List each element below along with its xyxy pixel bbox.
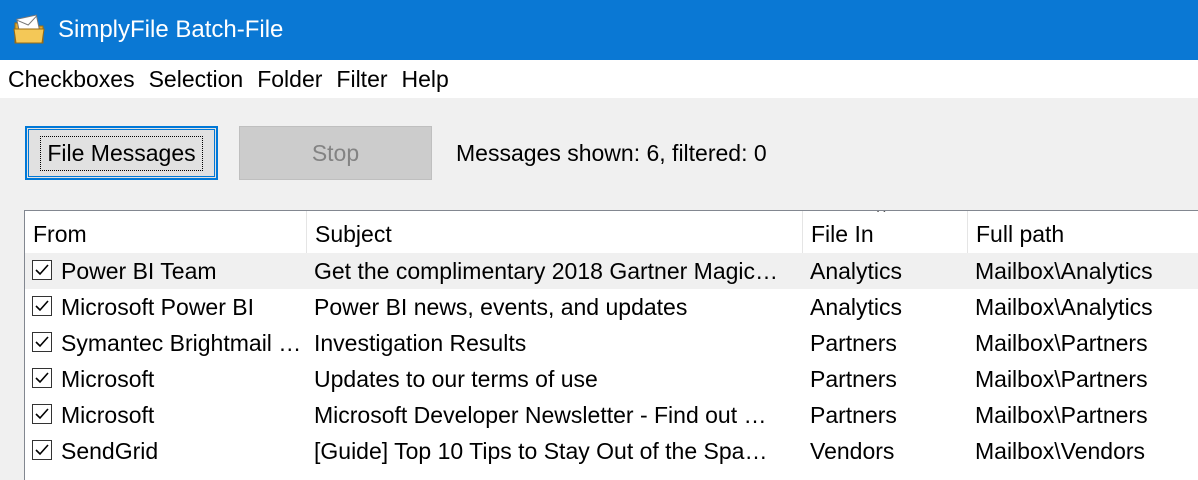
cell-file-in: Analytics bbox=[810, 294, 903, 320]
toolbar: File Messages Stop Messages shown: 6, fi… bbox=[0, 98, 1198, 210]
row-checkbox[interactable] bbox=[32, 440, 52, 460]
cell-from: SendGrid bbox=[61, 438, 159, 464]
title-bar: SimplyFile Batch-File bbox=[0, 0, 1198, 60]
cell-file-in: Partners bbox=[810, 366, 897, 392]
menu-selection[interactable]: Selection bbox=[142, 60, 251, 98]
table-row[interactable]: Microsoft Updates to our terms of use Pa… bbox=[25, 361, 1198, 397]
column-header-full-path[interactable]: Full path bbox=[968, 211, 1198, 253]
column-header-from[interactable]: From bbox=[25, 211, 307, 253]
cell-full-path: Mailbox\Analytics bbox=[975, 294, 1153, 320]
cell-full-path: Mailbox\Partners bbox=[975, 330, 1148, 356]
row-checkbox[interactable] bbox=[32, 404, 52, 424]
row-checkbox[interactable] bbox=[32, 368, 52, 388]
cell-full-path: Mailbox\Partners bbox=[975, 366, 1148, 392]
cell-from: Symantec Brightmail … bbox=[61, 330, 302, 356]
table-row[interactable]: Power BI Team Get the complimentary 2018… bbox=[25, 253, 1198, 289]
sort-ascending-icon: ^ bbox=[877, 210, 886, 222]
cell-from: Microsoft bbox=[61, 366, 155, 392]
cell-subject: Microsoft Developer Newsletter - Find ou… bbox=[314, 402, 767, 428]
cell-full-path: Mailbox\Vendors bbox=[975, 438, 1146, 464]
cell-from: Power BI Team bbox=[61, 258, 217, 284]
cell-from: Microsoft Power BI bbox=[61, 294, 254, 320]
list-rows: Power BI Team Get the complimentary 2018… bbox=[25, 253, 1198, 469]
list-header: From Subject File In ^ Full path bbox=[25, 211, 1198, 253]
column-header-file-in[interactable]: File In bbox=[803, 211, 968, 253]
column-header-subject[interactable]: Subject bbox=[307, 211, 803, 253]
cell-subject: Power BI news, events, and updates bbox=[314, 294, 688, 320]
row-checkbox[interactable] bbox=[32, 296, 52, 316]
file-messages-button[interactable]: File Messages bbox=[25, 126, 218, 180]
window-title: SimplyFile Batch-File bbox=[58, 16, 284, 43]
stop-label: Stop bbox=[311, 139, 360, 166]
cell-full-path: Mailbox\Analytics bbox=[975, 258, 1153, 284]
cell-subject: Investigation Results bbox=[314, 330, 527, 356]
cell-file-in: Partners bbox=[810, 330, 897, 356]
table-row[interactable]: Symantec Brightmail … Investigation Resu… bbox=[25, 325, 1198, 361]
cell-subject: Updates to our terms of use bbox=[314, 366, 598, 392]
cell-subject: Get the complimentary 2018 Gartner Magic… bbox=[314, 258, 779, 284]
stop-button[interactable]: Stop bbox=[239, 126, 432, 180]
menu-checkboxes[interactable]: Checkboxes bbox=[0, 60, 142, 98]
envelope-folder-icon[interactable] bbox=[12, 13, 46, 47]
menu-folder[interactable]: Folder bbox=[250, 60, 329, 98]
row-checkbox[interactable] bbox=[32, 260, 52, 280]
table-row[interactable]: SendGrid [Guide] Top 10 Tips to Stay Out… bbox=[25, 433, 1198, 469]
table-row[interactable]: Microsoft Power BI Power BI news, events… bbox=[25, 289, 1198, 325]
menu-filter[interactable]: Filter bbox=[329, 60, 394, 98]
status-text: Messages shown: 6, filtered: 0 bbox=[456, 140, 767, 166]
cell-from: Microsoft bbox=[61, 402, 155, 428]
message-list[interactable]: From Subject File In ^ Full path Power B… bbox=[24, 210, 1198, 480]
cell-subject: [Guide] Top 10 Tips to Stay Out of the S… bbox=[314, 438, 768, 464]
cell-file-in: Partners bbox=[810, 402, 897, 428]
menu-bar: Checkboxes Selection Folder Filter Help bbox=[0, 60, 1198, 98]
table-row[interactable]: Microsoft Microsoft Developer Newsletter… bbox=[25, 397, 1198, 433]
row-checkbox[interactable] bbox=[32, 332, 52, 352]
cell-full-path: Mailbox\Partners bbox=[975, 402, 1148, 428]
cell-file-in: Analytics bbox=[810, 258, 903, 284]
menu-help[interactable]: Help bbox=[395, 60, 456, 98]
file-messages-label: File Messages bbox=[40, 135, 203, 171]
cell-file-in: Vendors bbox=[810, 438, 895, 464]
